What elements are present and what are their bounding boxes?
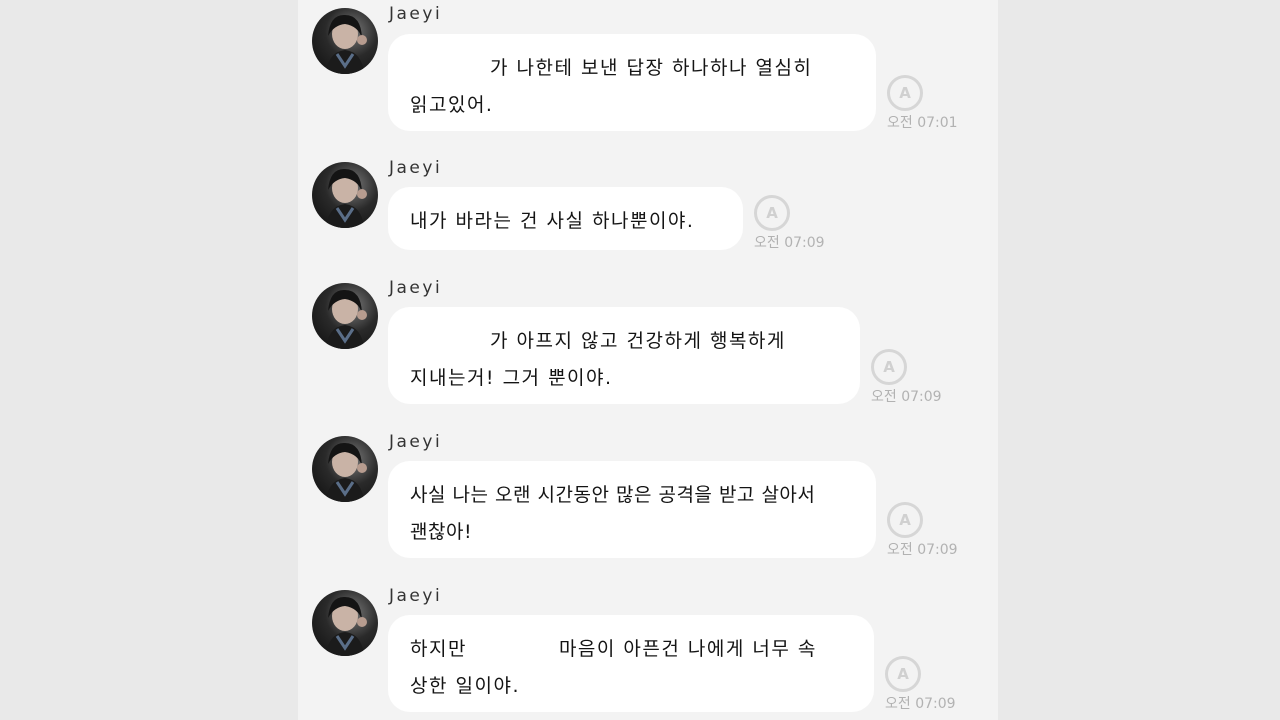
read-status-icon: A xyxy=(754,195,790,231)
sender-name: Jaeyi xyxy=(389,432,443,452)
message-text-line: 상한 일이야. xyxy=(410,675,520,697)
message-text-line: 괜찮아! xyxy=(410,521,473,543)
message-text-line: 사실 나는 오랜 시간동안 많은 공격을 받고 살아서 xyxy=(410,484,816,506)
sender-name: Jaeyi xyxy=(389,4,443,24)
redacted-name xyxy=(410,331,490,352)
message-text-line: 가 아프지 않고 건강하게 행복하게 xyxy=(410,323,838,360)
message-text-line: 하지만 마음이 아픈건 나에게 너무 속 xyxy=(410,638,817,660)
read-status-icon: A xyxy=(885,656,921,692)
chat-screen: Jaeyi 가 나한테 보낸 답장 하나하나 열심히 읽고있어. A 오전 07… xyxy=(0,0,1280,720)
message-time: 오전 07:09 xyxy=(871,389,942,405)
message-bubble[interactable]: 하지만 마음이 아픈건 나에게 너무 속 상한 일이야. xyxy=(388,615,874,712)
read-status-icon: A xyxy=(871,349,907,385)
avatar[interactable] xyxy=(312,283,378,349)
redacted-name xyxy=(466,639,559,660)
read-status-icon: A xyxy=(887,502,923,538)
message-bubble[interactable]: 사실 나는 오랜 시간동안 많은 공격을 받고 살아서 괜찮아! xyxy=(388,461,876,558)
read-status-icon: A xyxy=(887,75,923,111)
message-text-line: 내가 바라는 건 사실 하나뿐이야. xyxy=(410,210,695,232)
sender-name: Jaeyi xyxy=(389,586,443,606)
message-bubble[interactable]: 내가 바라는 건 사실 하나뿐이야. xyxy=(388,187,743,250)
message-time: 오전 07:01 xyxy=(887,115,958,131)
message-text-line: 가 나한테 보낸 답장 하나하나 열심히 xyxy=(410,50,854,87)
avatar[interactable] xyxy=(312,8,378,74)
message-time: 오전 07:09 xyxy=(887,542,958,558)
avatar[interactable] xyxy=(312,162,378,228)
message-time: 오전 07:09 xyxy=(754,235,825,251)
message-text-line: 지내는거! 그거 뿐이야. xyxy=(410,367,613,389)
message-time: 오전 07:09 xyxy=(885,696,956,712)
message-text-line: 읽고있어. xyxy=(410,94,494,116)
sender-name: Jaeyi xyxy=(389,158,443,178)
chat-log[interactable]: Jaeyi 가 나한테 보낸 답장 하나하나 열심히 읽고있어. A 오전 07… xyxy=(298,0,998,720)
avatar[interactable] xyxy=(312,590,378,656)
redacted-name xyxy=(410,58,490,79)
message-bubble[interactable]: 가 나한테 보낸 답장 하나하나 열심히 읽고있어. xyxy=(388,34,876,131)
message-bubble[interactable]: 가 아프지 않고 건강하게 행복하게 지내는거! 그거 뿐이야. xyxy=(388,307,860,404)
sender-name: Jaeyi xyxy=(389,278,443,298)
avatar[interactable] xyxy=(312,436,378,502)
